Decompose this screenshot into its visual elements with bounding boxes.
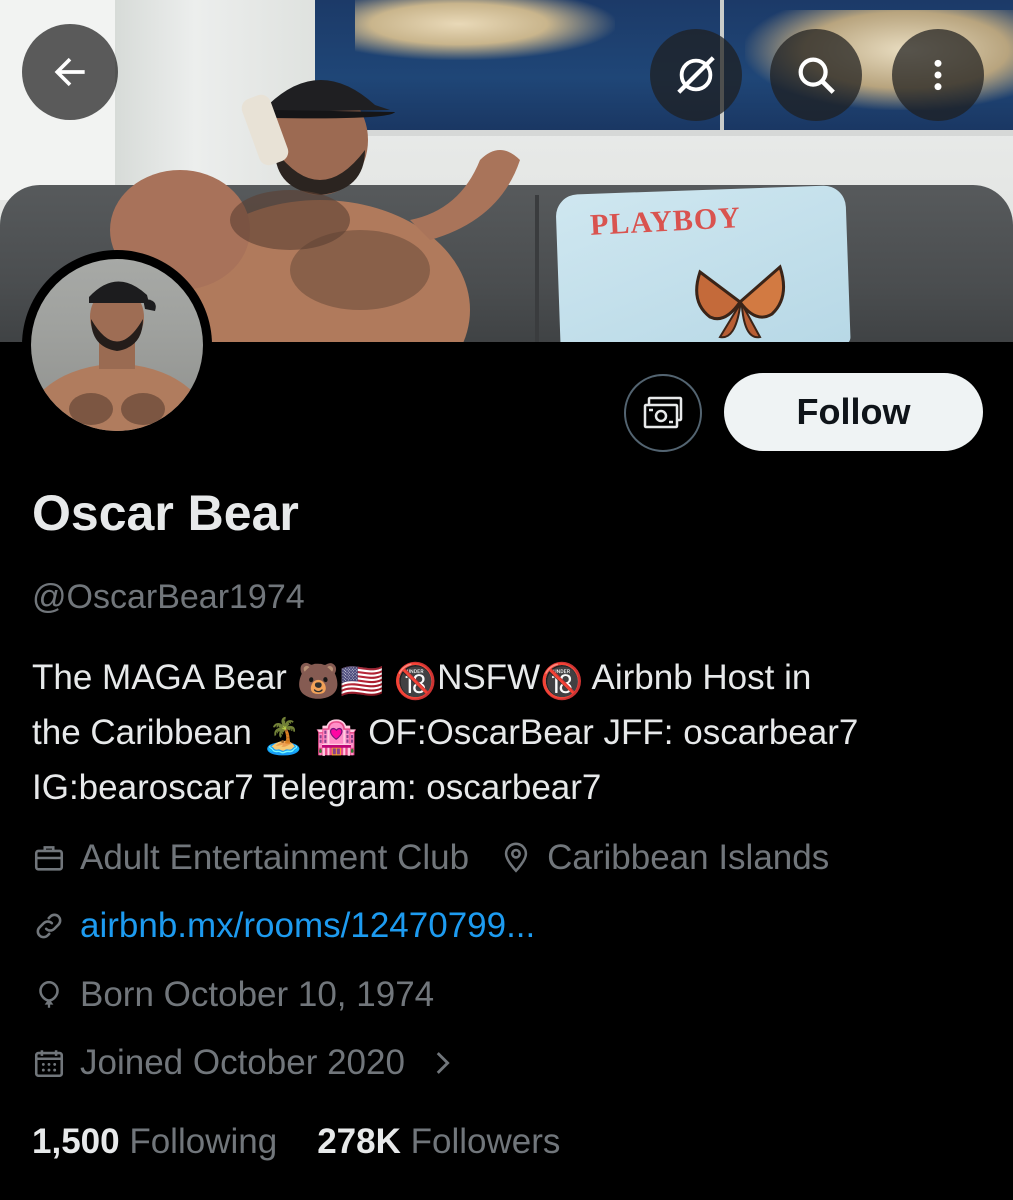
subscribe-button[interactable]: [624, 374, 702, 452]
following-label: Following: [129, 1122, 278, 1161]
grok-button[interactable]: [650, 29, 742, 121]
bio: The MAGA Bear 🐻🇺🇸 🔞NSFW🔞 Airbnb Host in …: [32, 652, 982, 813]
avatar-image: [31, 259, 203, 431]
followers-count: 278K: [317, 1122, 401, 1161]
bio-line-2: the Caribbean 🏝️ 🏩 OF:OscarBear JFF: osc…: [32, 707, 982, 762]
follow-stats: 1,500 Following 278K Followers: [32, 1122, 560, 1162]
profile-location: Caribbean Islands: [547, 838, 830, 877]
bio-line-3: IG:bearoscar7 Telegram: oscarbear7: [32, 768, 602, 807]
balloon-icon: [32, 978, 66, 1012]
no-under-18-emoji: 🔞: [393, 662, 438, 701]
location-pin-icon: [499, 841, 533, 875]
followers-label: Followers: [410, 1122, 561, 1161]
followers-link[interactable]: 278K Followers: [317, 1122, 560, 1161]
profile-website-link[interactable]: airbnb.mx/rooms/12470799...: [80, 906, 535, 946]
money-icon: [643, 396, 683, 429]
more-vertical-icon: [934, 59, 942, 91]
island-hotel-emoji: 🏝️ 🏩: [261, 717, 359, 756]
bio-line-1: The MAGA Bear 🐻🇺🇸 🔞NSFW🔞 Airbnb Host in: [32, 652, 982, 707]
profile-joined-date: Joined October 2020: [80, 1043, 405, 1082]
briefcase-icon: [32, 841, 66, 875]
grok-icon: [677, 56, 715, 94]
search-icon: [798, 57, 835, 94]
bear-flag-emoji: 🐻🇺🇸: [296, 662, 384, 701]
link-icon: [32, 909, 66, 943]
profile-birthday-row: Born October 10, 1974: [32, 975, 434, 1015]
profile-meta-row: Adult Entertainment Club Caribbean Islan…: [32, 838, 829, 878]
profile-category: Adult Entertainment Club: [80, 838, 470, 877]
more-button[interactable]: [892, 29, 984, 121]
user-handle: @OscarBear1974: [32, 578, 305, 616]
profile-website-row: airbnb.mx/rooms/12470799...: [32, 906, 535, 946]
avatar[interactable]: [22, 250, 212, 440]
profile-joined-row[interactable]: Joined October 2020: [32, 1043, 473, 1083]
display-name: Oscar Bear: [32, 485, 299, 541]
calendar-icon: [32, 1046, 66, 1080]
back-arrow-icon: [54, 57, 85, 87]
follow-button[interactable]: Follow: [724, 373, 983, 451]
following-count: 1,500: [32, 1122, 120, 1161]
profile-birthday: Born October 10, 1974: [80, 975, 435, 1014]
following-link[interactable]: 1,500 Following: [32, 1122, 277, 1161]
butterfly-image: [695, 264, 786, 339]
chevron-right-icon[interactable]: [425, 1046, 459, 1080]
search-button[interactable]: [770, 29, 862, 121]
back-button[interactable]: [22, 24, 118, 120]
no-under-18-emoji: 🔞: [540, 662, 584, 701]
